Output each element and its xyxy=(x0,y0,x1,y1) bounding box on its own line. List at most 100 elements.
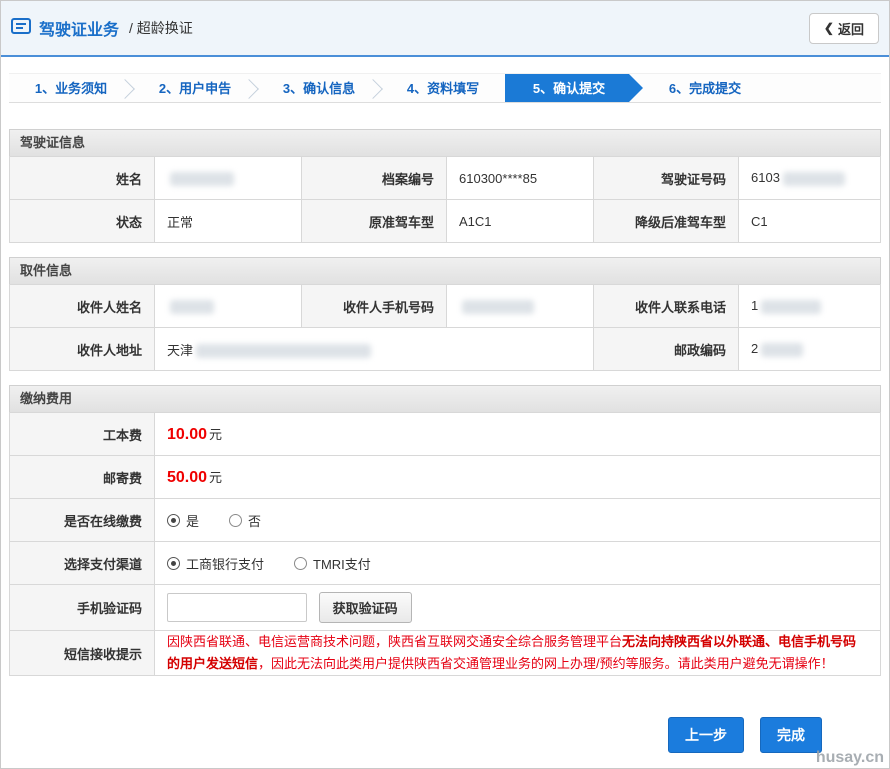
license-business-icon xyxy=(11,17,31,39)
address-label: 收件人地址 xyxy=(9,327,155,371)
step-6-complete-submit: 6、完成提交 xyxy=(668,81,742,96)
page-subtitle: / 超龄换证 xyxy=(129,20,193,36)
address-value: 天津 xyxy=(154,327,594,371)
online-pay-yes-option[interactable]: 是 xyxy=(167,511,199,530)
step-4-fill-data: 4、资料填写 xyxy=(406,81,480,96)
postcode-label: 邮政编码 xyxy=(593,327,739,371)
redacted-recipient-phone xyxy=(761,299,822,314)
address-prefix: 天津 xyxy=(167,342,194,358)
notice-part-3: ，因此无法向此类用户提供陕西省交通管理业务的网上办理/预约等服务。请此类用户避免… xyxy=(258,656,834,671)
get-code-button[interactable]: 获取验证码 xyxy=(318,592,412,623)
table-row: 选择支付渠道 工商银行支付 TMRI支付 xyxy=(9,541,881,585)
pay-channel-tmri-label: TMRI支付 xyxy=(313,556,371,572)
online-pay-label: 是否在线缴费 xyxy=(9,498,155,542)
page-title: 驾驶证业务 xyxy=(39,22,120,39)
table-row: 收件人地址 天津 邮政编码 2 xyxy=(9,327,881,371)
redacted-license-no xyxy=(782,171,845,186)
recipient-phone-label: 收件人联系电话 xyxy=(593,284,739,328)
table-row: 收件人姓名 收件人手机号码 收件人联系电话 1 xyxy=(9,284,881,328)
pickup-info-table: 收件人姓名 收件人手机号码 收件人联系电话 1 收件人地址 天津 邮政编码 2 xyxy=(9,284,881,371)
redacted-postcode xyxy=(761,342,804,357)
postcode-value: 2 xyxy=(738,327,881,371)
step-2-user-declaration: 2、用户申告 xyxy=(133,74,257,102)
footer-actions: 上一步 完成 xyxy=(668,717,822,753)
table-row: 状态 正常 原准驾车型 A1C1 降级后准驾车型 C1 xyxy=(9,199,881,243)
name-label: 姓名 xyxy=(9,156,155,200)
recipient-phone-value: 1 xyxy=(738,284,881,328)
step-3-confirm-info: 3、确认信息 xyxy=(257,74,381,102)
license-no-value: 6103 xyxy=(738,156,881,200)
orig-class-label: 原准驾车型 xyxy=(301,199,447,243)
pay-channel-tmri-option[interactable]: TMRI支付 xyxy=(294,554,371,573)
pickup-info-header: 取件信息 xyxy=(9,257,881,284)
page: 驾驶证业务 / 超龄换证 ❮ 返回 1、业务须知 2、用户申告 3、确认信息 4… xyxy=(0,0,890,769)
post-fee-amount: 50.00 xyxy=(167,469,208,486)
fees-header: 缴纳费用 xyxy=(9,385,881,412)
watermark: husay.cn xyxy=(815,749,884,766)
post-fee-unit: 元 xyxy=(209,470,223,485)
redacted-recipient-mobile xyxy=(462,299,534,314)
pay-channel-options: 工商银行支付 TMRI支付 xyxy=(154,541,881,585)
license-info-header: 驾驶证信息 xyxy=(9,129,881,156)
online-pay-options: 是 否 xyxy=(154,498,881,542)
finish-button[interactable]: 完成 xyxy=(760,717,822,753)
online-pay-no-label: 否 xyxy=(248,513,262,529)
radio-checked-icon[interactable] xyxy=(167,556,180,570)
pay-channel-label: 选择支付渠道 xyxy=(9,541,155,585)
file-no-label: 档案编号 xyxy=(301,156,447,200)
license-no-label: 驾驶证号码 xyxy=(593,156,739,200)
sms-notice-label: 短信接收提示 xyxy=(9,630,155,676)
postcode-prefix: 2 xyxy=(751,341,759,357)
recipient-name-label: 收件人姓名 xyxy=(9,284,155,328)
back-button[interactable]: ❮ 返回 xyxy=(808,12,879,44)
fees-section: 缴纳费用 工本费 10.00 元 邮寄费 50.00 元 是否在线缴费 是 否 … xyxy=(9,385,881,676)
name-value xyxy=(154,156,302,200)
recipient-mobile-label: 收件人手机号码 xyxy=(301,284,447,328)
radio-unchecked-icon[interactable] xyxy=(229,513,243,527)
header-bar: 驾驶证业务 / 超龄换证 ❮ 返回 xyxy=(1,1,889,57)
table-row: 手机验证码 获取验证码 xyxy=(9,584,881,631)
pay-channel-icbc-option[interactable]: 工商银行支付 xyxy=(167,554,264,573)
step-1-business-notice: 1、业务须知 xyxy=(9,74,133,102)
sms-code-input[interactable] xyxy=(167,593,307,622)
work-fee-label: 工本费 xyxy=(9,412,155,456)
redacted-recipient-name xyxy=(170,299,214,314)
step-wizard: 1、业务须知 2、用户申告 3、确认信息 4、资料填写 5、确认提交 6、完成提… xyxy=(9,73,881,103)
post-fee-label: 邮寄费 xyxy=(9,455,155,499)
sms-notice-text: 因陕西省联通、电信运营商技术问题，陕西省互联网交通安全综合服务管理平台无法向持陕… xyxy=(167,634,856,671)
online-pay-no-option[interactable]: 否 xyxy=(229,511,261,530)
step-5-confirm-submit-active: 5、确认提交 xyxy=(505,74,643,102)
back-chevron-icon: ❮ xyxy=(823,21,834,35)
status-label: 状态 xyxy=(9,199,155,243)
notice-part-1: 因陕西省联通、电信运营商技术问题，陕西省互联网交通安全综合服务管理平台 xyxy=(167,634,623,649)
sms-code-cell: 获取验证码 xyxy=(154,584,881,631)
sms-code-label: 手机验证码 xyxy=(9,584,155,631)
radio-checked-icon[interactable] xyxy=(167,513,180,527)
orig-class-value: A1C1 xyxy=(446,199,594,243)
license-info-section: 驾驶证信息 姓名 档案编号 610300****85 驾驶证号码 6103 状态… xyxy=(9,129,881,243)
sms-notice-cell: 因陕西省联通、电信运营商技术问题，陕西省互联网交通安全综合服务管理平台无法向持陕… xyxy=(154,630,881,676)
table-row: 邮寄费 50.00 元 xyxy=(9,455,881,499)
table-row: 短信接收提示 因陕西省联通、电信运营商技术问题，陕西省互联网交通安全综合服务管理… xyxy=(9,630,881,676)
down-class-value: C1 xyxy=(738,199,881,243)
title-area: 驾驶证业务 / 超龄换证 xyxy=(11,16,193,40)
file-no-value: 610300****85 xyxy=(446,156,594,200)
status-value: 正常 xyxy=(154,199,302,243)
redacted-address xyxy=(196,344,372,359)
work-fee-amount: 10.00 xyxy=(167,426,208,443)
recipient-mobile-value xyxy=(446,284,594,328)
license-info-table: 姓名 档案编号 610300****85 驾驶证号码 6103 状态 正常 原准… xyxy=(9,156,881,243)
pay-channel-icbc-label: 工商银行支付 xyxy=(186,556,265,572)
previous-step-button[interactable]: 上一步 xyxy=(668,717,744,753)
table-row: 姓名 档案编号 610300****85 驾驶证号码 6103 xyxy=(9,156,881,200)
back-button-label: 返回 xyxy=(837,21,864,37)
fees-table: 工本费 10.00 元 邮寄费 50.00 元 是否在线缴费 是 否 选择支付渠… xyxy=(9,412,881,676)
license-no-prefix: 6103 xyxy=(751,170,780,186)
work-fee-value: 10.00 元 xyxy=(154,412,881,456)
post-fee-value: 50.00 元 xyxy=(154,455,881,499)
recipient-phone-prefix: 1 xyxy=(751,298,759,314)
down-class-label: 降级后准驾车型 xyxy=(593,199,739,243)
online-pay-yes-label: 是 xyxy=(186,513,200,529)
pickup-info-section: 取件信息 收件人姓名 收件人手机号码 收件人联系电话 1 收件人地址 天津 邮政… xyxy=(9,257,881,371)
radio-unchecked-icon[interactable] xyxy=(294,556,308,570)
